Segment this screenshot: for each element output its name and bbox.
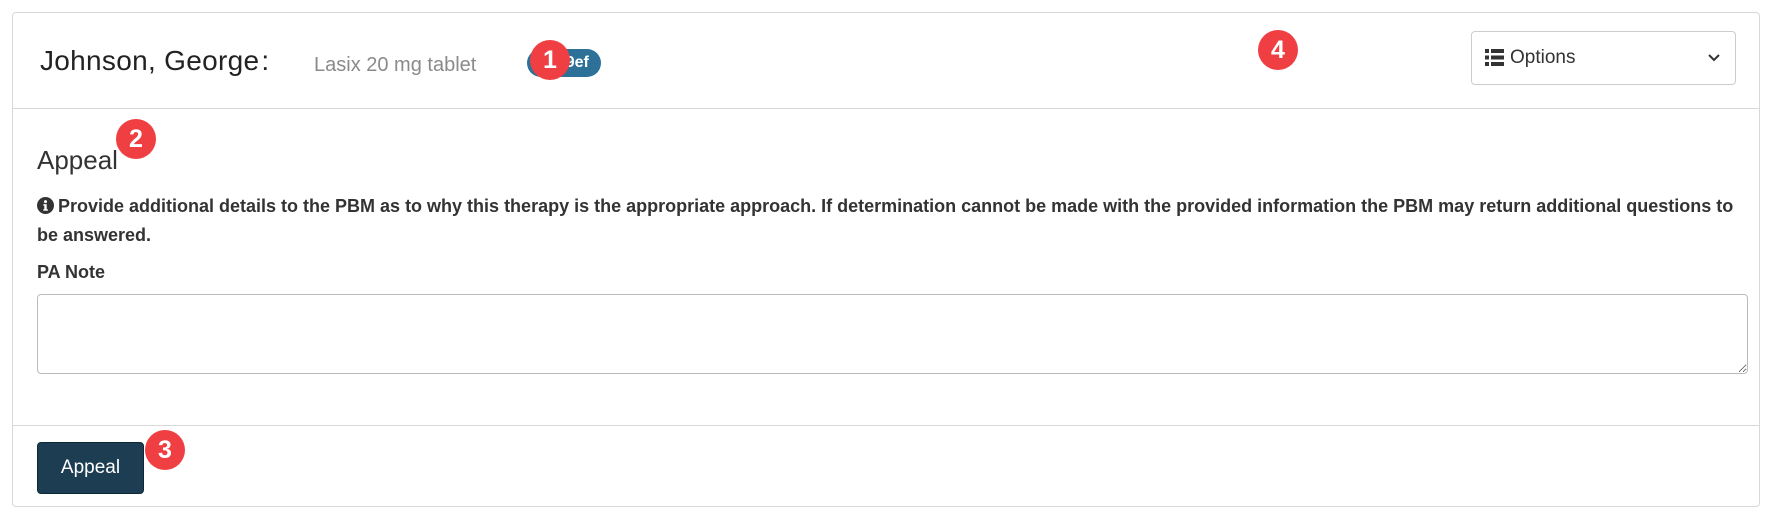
drug-name: Lasix 20 mg tablet xyxy=(314,54,477,76)
annotation-marker-2: 2 xyxy=(116,119,156,159)
appeal-button[interactable]: Appeal xyxy=(37,442,144,494)
appeal-help-message: Provide additional details to the PBM as… xyxy=(37,196,1734,245)
info-circle-icon xyxy=(37,197,54,214)
annotation-marker-4: 4 xyxy=(1258,30,1298,70)
patient-name: Johnson, George xyxy=(40,45,260,76)
annotation-marker-3: 3 xyxy=(145,430,185,470)
appeal-panel: Johnson, George: Lasix 20 mg tablet 4909… xyxy=(12,12,1760,507)
panel-footer: Appeal 3 xyxy=(13,425,1759,506)
appeal-section-title: Appeal xyxy=(37,145,118,175)
chevron-down-icon xyxy=(1708,54,1720,62)
list-icon xyxy=(1485,49,1504,66)
annotation-marker-1: 1 xyxy=(530,40,570,80)
options-dropdown[interactable]: Options xyxy=(1471,31,1736,85)
heading-colon: : xyxy=(261,45,270,76)
panel-header: Johnson, George: Lasix 20 mg tablet 4909… xyxy=(13,13,1759,109)
appeal-help-text: Provide additional details to the PBM as… xyxy=(37,192,1737,250)
pa-note-label: PA Note xyxy=(37,262,106,282)
pa-note-field[interactable] xyxy=(37,294,1748,374)
patient-name-heading: Johnson, George: xyxy=(40,45,269,77)
options-label: Options xyxy=(1510,47,1576,68)
